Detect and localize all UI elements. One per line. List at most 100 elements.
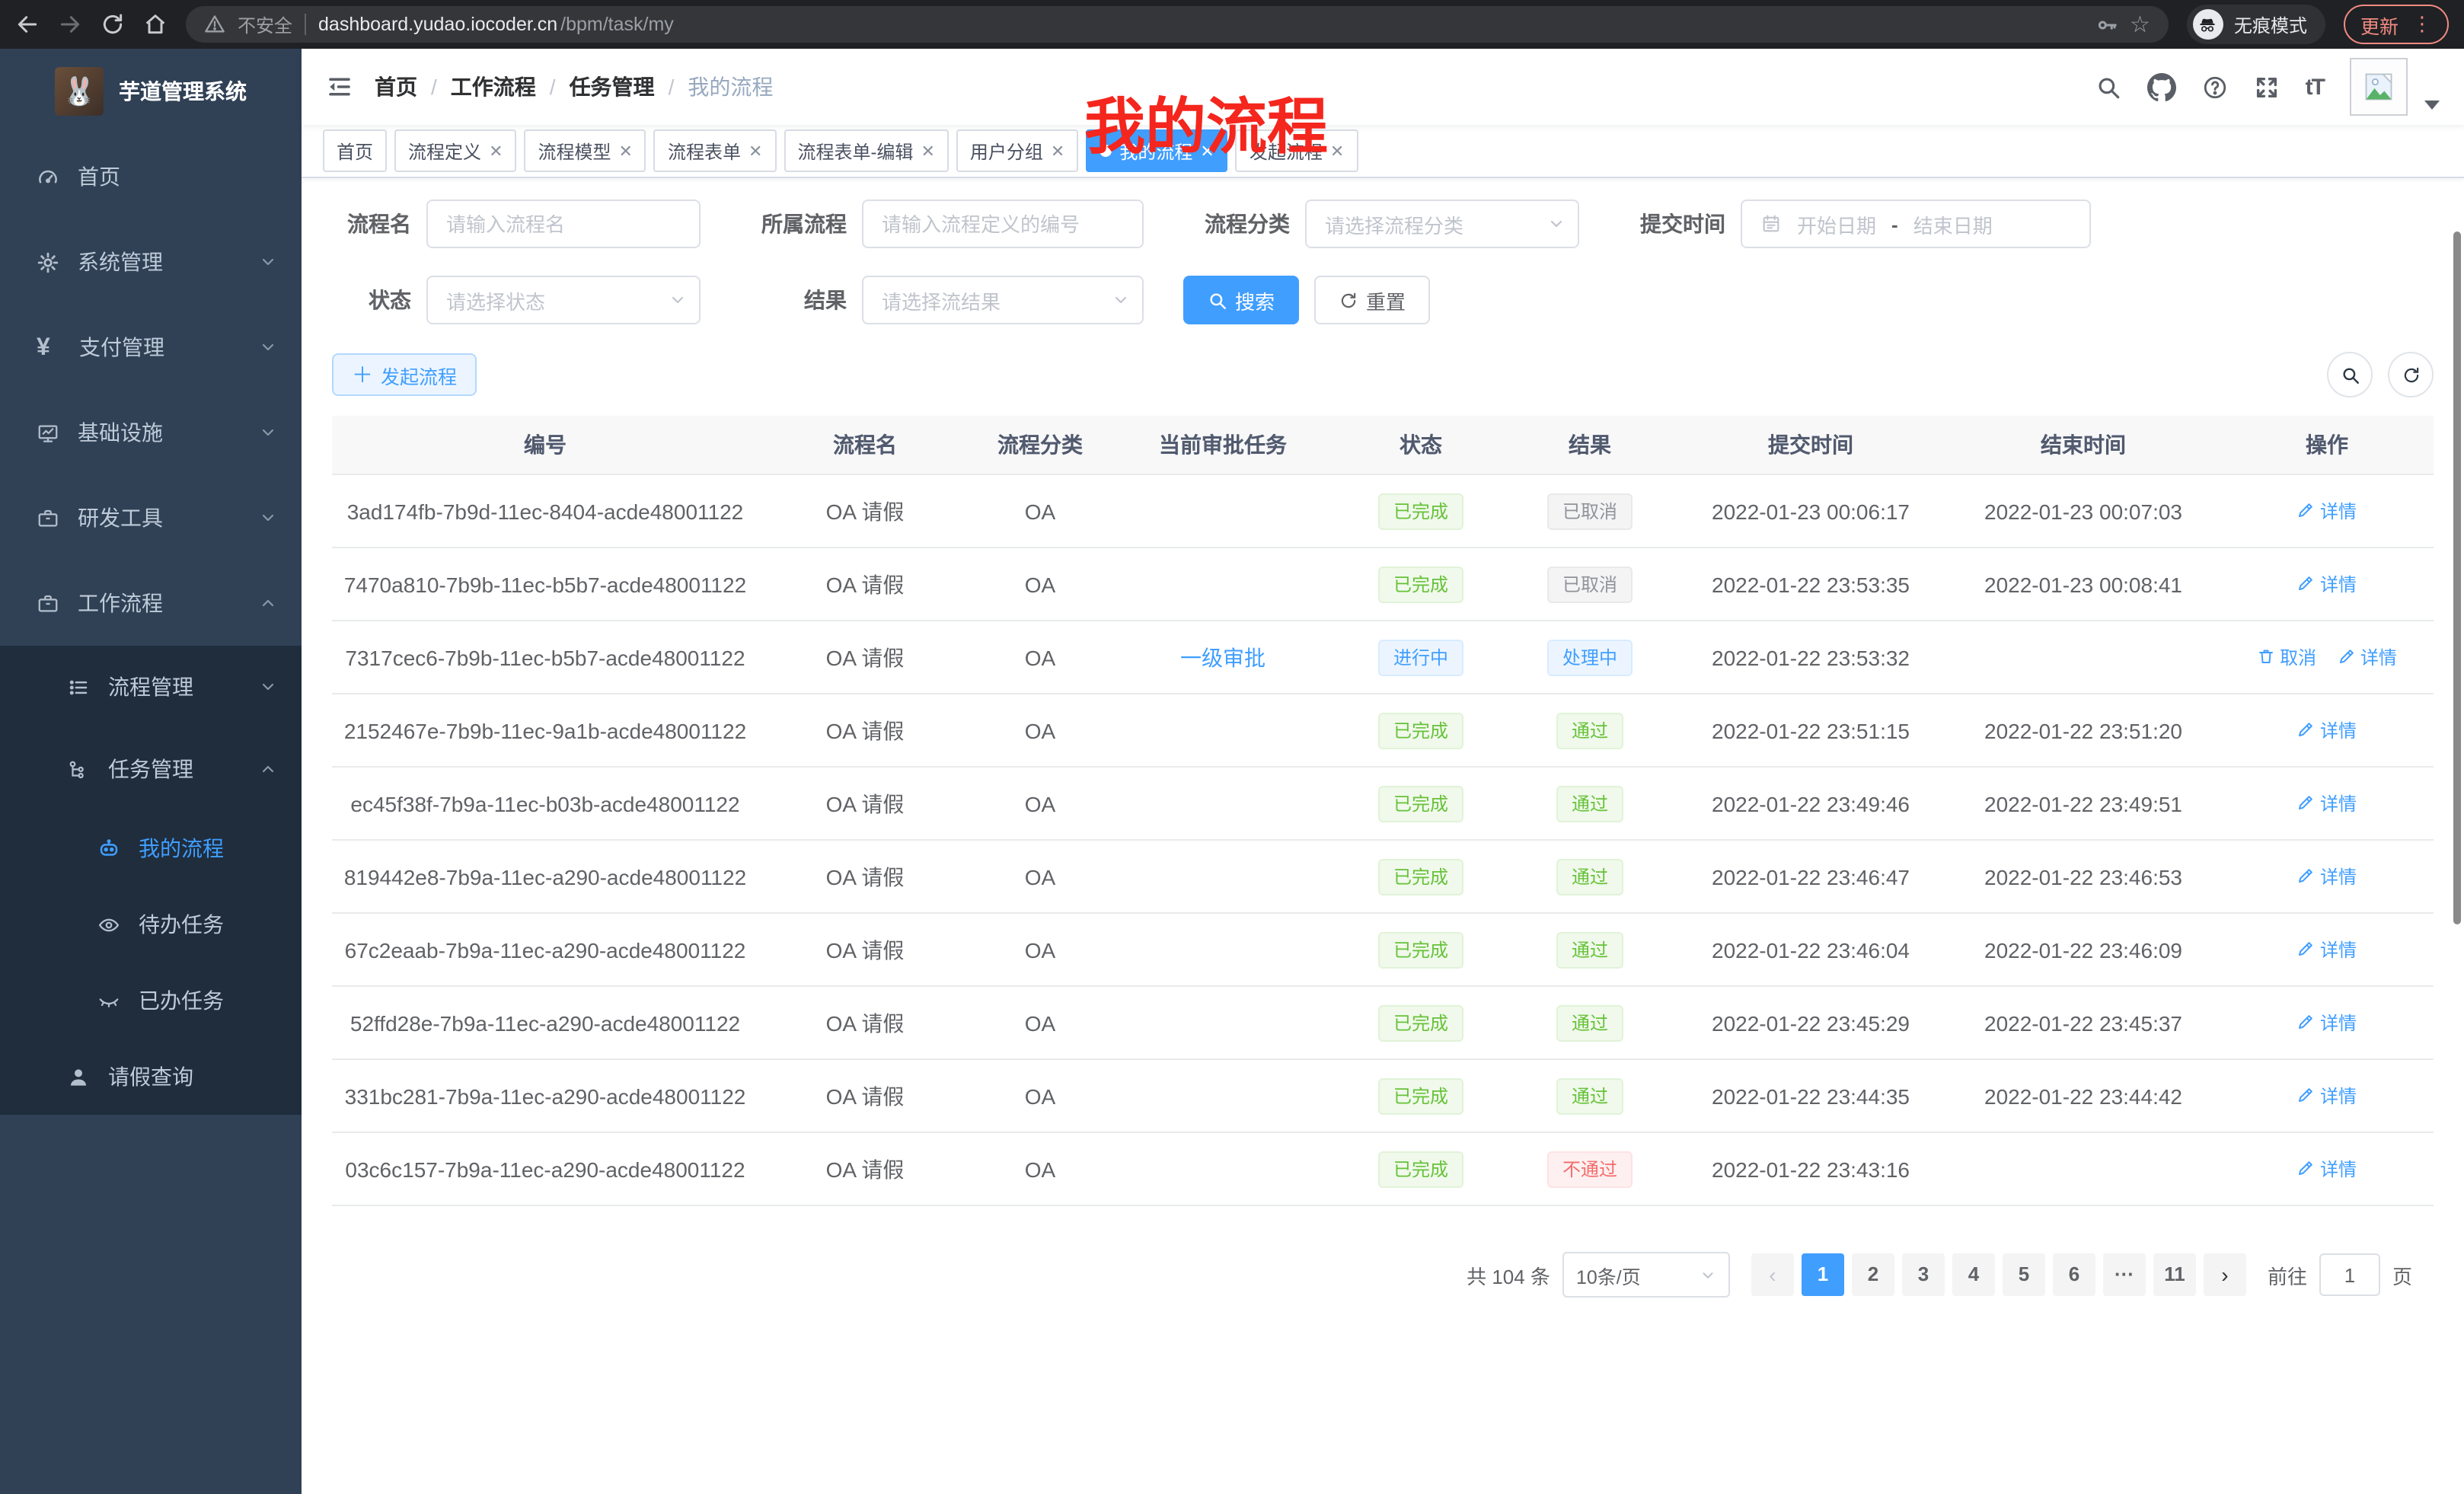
page-number-button[interactable]: 5 — [2003, 1253, 2045, 1296]
avatar[interactable] — [2350, 58, 2408, 116]
kebab-menu-icon[interactable]: ⋮ — [2412, 12, 2432, 37]
page-number-button[interactable]: 6 — [2053, 1253, 2095, 1296]
cell-name: OA 请假 — [758, 767, 972, 840]
detail-link[interactable]: 详情 — [2297, 717, 2357, 743]
font-size-icon[interactable]: tT — [2306, 74, 2324, 100]
tag-user-group[interactable]: 用户分组✕ — [956, 129, 1078, 172]
detail-link[interactable]: 详情 — [2297, 571, 2357, 597]
sidebar-item-task-mgmt[interactable]: 任务管理 — [0, 728, 302, 810]
cell-id: ec45f38f-7b9a-11ec-b03b-acde48001122 — [332, 767, 758, 840]
sidebar-item-leave-query[interactable]: 请假查询 — [0, 1039, 302, 1115]
tag-process-model[interactable]: 流程模型✕ — [525, 129, 646, 172]
tag-process-form[interactable]: 流程表单✕ — [654, 129, 776, 172]
tag-home[interactable]: 首页 — [323, 129, 387, 172]
goto-label: 前往 — [2268, 1260, 2307, 1289]
browser-reload-icon[interactable] — [101, 12, 125, 37]
detail-link[interactable]: 详情 — [2338, 644, 2397, 670]
close-icon[interactable]: ✕ — [1200, 141, 1214, 161]
fullscreen-icon[interactable] — [2254, 74, 2280, 100]
col-id: 编号 — [332, 416, 758, 474]
sidebar-item-infra[interactable]: 基础设施 — [0, 390, 302, 475]
detail-link[interactable]: 详情 — [2297, 1156, 2357, 1182]
chevron-up-icon — [259, 760, 277, 778]
close-icon[interactable]: ✕ — [748, 141, 762, 161]
close-icon[interactable]: ✕ — [1330, 141, 1344, 161]
address-bar[interactable]: 不安全 dashboard.yudao.iocoder.cn/bpm/task/… — [186, 6, 2169, 43]
github-icon[interactable] — [2147, 72, 2176, 101]
page-content: 流程名 所属流程 流程分类 请选择流程分类 提交时间 开始日期 - 结束日期 — [302, 178, 2464, 1494]
process-name-input[interactable] — [426, 200, 701, 248]
help-icon[interactable] — [2202, 74, 2228, 100]
result-select[interactable]: 请选择流结果 — [862, 276, 1144, 324]
status-select[interactable]: 请选择状态 — [426, 276, 701, 324]
page-number-button[interactable]: 3 — [1902, 1253, 1945, 1296]
detail-link[interactable]: 详情 — [2297, 1083, 2357, 1109]
cell-name: OA 请假 — [758, 547, 972, 621]
prev-page-button[interactable]: ‹ — [1751, 1253, 1794, 1296]
navbar: 首页 / 工作流程 / 任务管理 / 我的流程 tT — [302, 49, 2464, 125]
scrollbar-thumb[interactable] — [2453, 231, 2461, 924]
process-definition-input[interactable] — [862, 200, 1144, 248]
goto-page-input[interactable] — [2319, 1253, 2380, 1296]
category-select[interactable]: 请选择流程分类 — [1305, 200, 1579, 248]
cell-end-time: 2022-01-22 23:44:42 — [1946, 1059, 2220, 1132]
browser-home-icon[interactable] — [143, 12, 168, 37]
breadcrumb-home[interactable]: 首页 — [375, 72, 417, 102]
page-number-button[interactable]: 1 — [1802, 1253, 1844, 1296]
detail-link[interactable]: 详情 — [2297, 498, 2357, 524]
incognito-badge: 无痕模式 — [2187, 5, 2325, 44]
bookmark-star-icon[interactable]: ☆ — [2130, 11, 2150, 38]
chevron-down-icon — [259, 423, 277, 442]
breadcrumb-workflow[interactable]: 工作流程 — [451, 72, 536, 102]
browser-back-icon[interactable] — [15, 12, 40, 37]
password-key-icon[interactable] — [2095, 13, 2118, 36]
next-page-button[interactable]: › — [2204, 1253, 2246, 1296]
close-icon[interactable]: ✕ — [489, 141, 503, 161]
page-number-button[interactable]: ··· — [2103, 1253, 2146, 1296]
breadcrumb-task-mgmt[interactable]: 任务管理 — [570, 72, 655, 102]
refresh-table-button[interactable] — [2388, 352, 2434, 397]
sidebar-item-process-mgmt[interactable]: 流程管理 — [0, 646, 302, 728]
sidebar-item-home[interactable]: 首页 — [0, 134, 302, 219]
sidebar-item-todo-tasks[interactable]: 待办任务 — [0, 886, 302, 962]
sidebar-item-my-process[interactable]: 我的流程 — [0, 810, 302, 886]
page-number-button[interactable]: 4 — [1952, 1253, 1995, 1296]
close-icon[interactable]: ✕ — [619, 141, 633, 161]
start-process-button[interactable]: ＋发起流程 — [332, 353, 477, 396]
sidebar-item-done-tasks[interactable]: 已办任务 — [0, 962, 302, 1039]
submit-time-range-picker[interactable]: 开始日期 - 结束日期 — [1741, 200, 2091, 248]
edit-icon — [2297, 502, 2316, 520]
current-task-link[interactable]: 一级审批 — [1180, 645, 1266, 669]
tag-process-form-edit[interactable]: 流程表单-编辑✕ — [784, 129, 948, 172]
sidebar-item-workflow[interactable]: 工作流程 — [0, 560, 302, 646]
detail-link[interactable]: 详情 — [2297, 864, 2357, 889]
filter-category-label: 流程分类 — [1183, 209, 1290, 239]
page-size-select[interactable]: 10条/页 — [1562, 1252, 1730, 1298]
app-title: 芋道管理系统 — [119, 76, 247, 107]
close-icon[interactable]: ✕ — [1051, 141, 1064, 161]
browser-forward-icon[interactable] — [58, 12, 82, 37]
tag-start-process[interactable]: 发起流程✕ — [1236, 129, 1358, 172]
detail-link[interactable]: 详情 — [2297, 937, 2357, 962]
avatar-caret-icon[interactable] — [2424, 101, 2440, 110]
sidebar-item-pay[interactable]: ¥ 支付管理 — [0, 305, 302, 390]
detail-link[interactable]: 详情 — [2297, 790, 2357, 816]
url-host: dashboard.yudao.iocoder.cn — [318, 14, 557, 35]
browser-update-menu[interactable]: 更新 ⋮ — [2344, 5, 2449, 44]
hamburger-icon[interactable] — [326, 73, 353, 101]
tag-process-definition[interactable]: 流程定义✕ — [394, 129, 516, 172]
pagination: 共 104 条 10条/页 ‹ 1 2 3 4 5 — [332, 1252, 2434, 1298]
detail-link[interactable]: 详情 — [2297, 1010, 2357, 1036]
search-button[interactable]: 搜索 — [1183, 276, 1299, 324]
sidebar-item-system[interactable]: 系统管理 — [0, 219, 302, 305]
page-number-button[interactable]: 11 — [2153, 1253, 2196, 1296]
page-number-button[interactable]: 2 — [1852, 1253, 1894, 1296]
reset-button[interactable]: 重置 — [1314, 276, 1430, 324]
search-icon[interactable] — [2095, 74, 2121, 100]
close-icon[interactable]: ✕ — [921, 141, 934, 161]
show-search-toggle-button[interactable] — [2327, 352, 2373, 397]
sidebar-item-devtools[interactable]: 研发工具 — [0, 475, 302, 560]
cancel-link[interactable]: 取消 — [2257, 644, 2316, 670]
cell-category: OA — [972, 1132, 1109, 1205]
tag-my-process[interactable]: 我的流程✕ — [1086, 129, 1227, 172]
